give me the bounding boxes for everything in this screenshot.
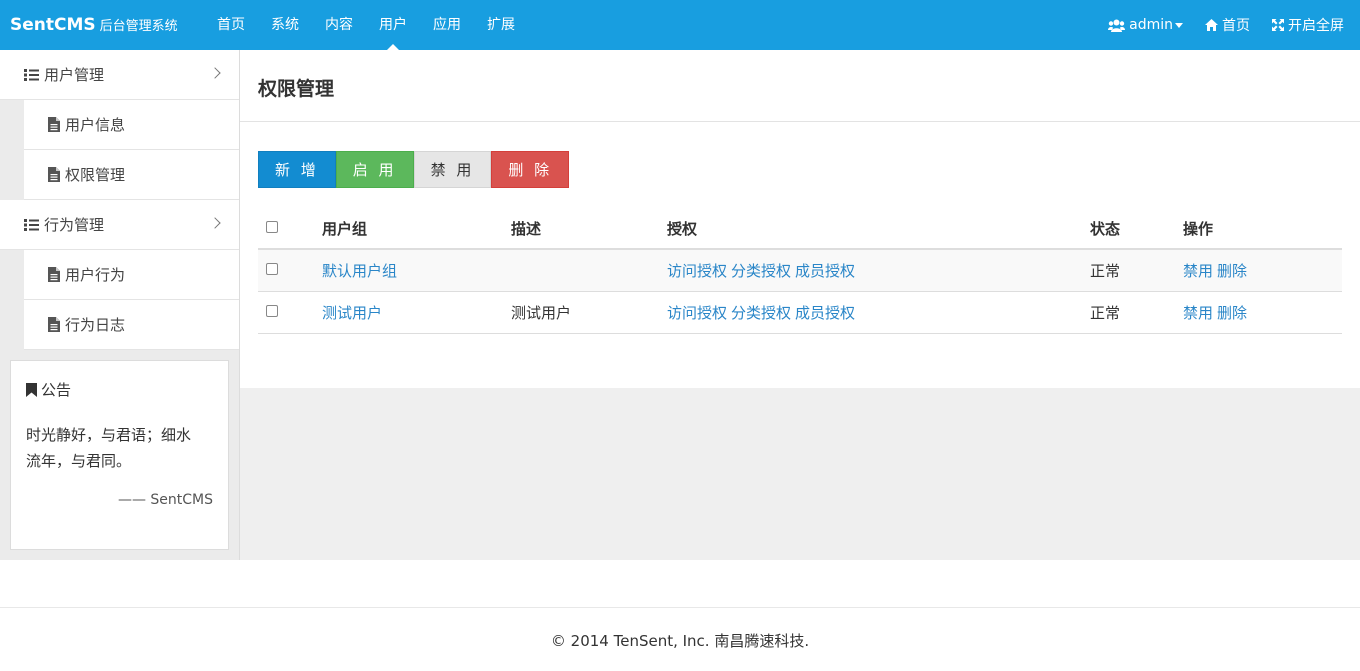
- disable-link[interactable]: 禁用: [1183, 304, 1213, 322]
- footer-divider: [0, 607, 1360, 608]
- user-group-table: 用户组 描述 授权 状态 操作 默认用户组 访问授权 分类授权 成员授权 正常 禁用…: [258, 208, 1342, 334]
- enable-button[interactable]: 启 用: [335, 151, 414, 188]
- column-header-group: 用户组: [322, 208, 511, 250]
- desc-cell: [511, 249, 667, 292]
- action-toolbar: 新 增 启 用 禁 用 删 除: [258, 151, 570, 188]
- sidebar-item-label: 行为日志: [65, 316, 126, 334]
- nav-content[interactable]: 内容: [312, 0, 366, 50]
- delete-link[interactable]: 删除: [1217, 304, 1247, 322]
- status-cell: 正常: [1090, 249, 1183, 292]
- disable-button[interactable]: 禁 用: [413, 151, 492, 188]
- user-name: admin: [1129, 17, 1173, 33]
- home-link-label: 首页: [1222, 18, 1250, 34]
- column-header-auth: 授权: [667, 208, 1090, 250]
- notice-title: 公告: [26, 379, 213, 400]
- desc-cell: 测试用户: [511, 291, 667, 334]
- nav-home[interactable]: 首页: [204, 0, 258, 50]
- auth-cell: 访问授权 分类授权 成员授权: [667, 291, 1090, 334]
- auth-cell: 访问授权 分类授权 成员授权: [667, 249, 1090, 292]
- sidebar: 用户管理 用户信息 权限管理 行为管理 用户行为 行为日志 公告 时光静好，与君…: [0, 50, 240, 560]
- list-icon: [24, 68, 39, 81]
- notice-signature: —— SentCMS: [117, 492, 213, 508]
- top-right-links: admin 首页 开启全屏: [1086, 0, 1344, 50]
- group-name-link[interactable]: 测试用户: [322, 304, 382, 322]
- category-auth-link[interactable]: 分类授权: [731, 262, 791, 280]
- access-auth-link[interactable]: 访问授权: [667, 262, 727, 280]
- disable-link[interactable]: 禁用: [1183, 262, 1213, 280]
- content-background: [240, 388, 1360, 560]
- sidebar-group-user-management[interactable]: 用户管理: [0, 50, 239, 100]
- sidebar-item-label: 权限管理: [65, 166, 126, 184]
- member-auth-link[interactable]: 成员授权: [795, 262, 855, 280]
- access-auth-link[interactable]: 访问授权: [667, 304, 727, 322]
- sidebar-item-behavior-log[interactable]: 行为日志: [24, 300, 239, 350]
- divider: [240, 121, 1360, 122]
- sidebar-group-behavior-management[interactable]: 行为管理: [0, 200, 239, 250]
- sidebar-item-label: 用户信息: [65, 116, 126, 134]
- top-navbar: SentCMS 后台管理系统 首页 系统 内容 用户 应用 扩展 admin 首页…: [0, 0, 1360, 50]
- caret-down-icon: [1175, 22, 1183, 28]
- sidebar-item-user-behavior[interactable]: 用户行为: [24, 250, 239, 300]
- group-cell: 默认用户组: [322, 249, 511, 292]
- row-checkbox[interactable]: [266, 263, 278, 276]
- sidebar-item-label: 用户行为: [65, 266, 126, 284]
- main-nav: 首页 系统 内容 用户 应用 扩展: [204, 0, 528, 50]
- fullscreen-link[interactable]: 开启全屏: [1272, 15, 1344, 35]
- notice-title-text: 公告: [41, 381, 72, 399]
- bookmark-icon: [26, 382, 37, 397]
- table-row: 测试用户 测试用户 访问授权 分类授权 成员授权 正常 禁用 删除: [258, 291, 1342, 334]
- table-header-row: 用户组 描述 授权 状态 操作: [258, 208, 1342, 250]
- page-title: 权限管理: [258, 78, 335, 100]
- sidebar-item-user-info[interactable]: 用户信息: [24, 100, 239, 150]
- row-select-cell: [258, 291, 322, 334]
- file-icon: [48, 267, 60, 282]
- notice-body-line: 流年，与君同。: [26, 452, 132, 470]
- fullscreen-icon: [1272, 19, 1284, 31]
- brand-subtitle[interactable]: 后台管理系统: [100, 19, 178, 34]
- nav-user[interactable]: 用户: [366, 0, 420, 50]
- nav-extend[interactable]: 扩展: [474, 0, 528, 50]
- row-checkbox[interactable]: [266, 305, 278, 317]
- nav-system[interactable]: 系统: [258, 0, 312, 50]
- users-icon: [1108, 19, 1126, 32]
- sidebar-group-label: 行为管理: [44, 216, 105, 234]
- group-name-link[interactable]: 默认用户组: [322, 262, 397, 280]
- footer-copyright: © 2014 TenSent, Inc. 南昌腾速科技.: [550, 632, 810, 650]
- chevron-right-icon: [209, 217, 221, 229]
- list-icon: [24, 218, 39, 231]
- delete-button[interactable]: 删 除: [491, 151, 570, 188]
- home-link[interactable]: 首页: [1205, 15, 1250, 35]
- brand-name[interactable]: SentCMS: [10, 15, 96, 35]
- file-icon: [48, 117, 60, 132]
- column-header-ops: 操作: [1183, 208, 1342, 250]
- user-menu[interactable]: admin: [1108, 17, 1183, 33]
- nav-apps[interactable]: 应用: [420, 0, 474, 50]
- home-icon: [1205, 19, 1218, 31]
- notice-body-line: 时光静好，与君语；细水: [26, 426, 192, 444]
- fullscreen-label: 开启全屏: [1288, 18, 1344, 34]
- file-icon: [48, 317, 60, 332]
- add-button[interactable]: 新 增: [258, 151, 336, 188]
- column-header-desc: 描述: [511, 208, 667, 250]
- row-select-cell: [258, 249, 322, 292]
- delete-link[interactable]: 删除: [1217, 262, 1247, 280]
- column-header-status: 状态: [1090, 208, 1183, 250]
- sidebar-item-permissions[interactable]: 权限管理: [24, 150, 239, 200]
- ops-cell: 禁用 删除: [1183, 291, 1342, 334]
- ops-cell: 禁用 删除: [1183, 249, 1342, 292]
- chevron-right-icon: [209, 67, 221, 79]
- notice-body: 时光静好，与君语；细水 流年，与君同。: [26, 422, 213, 474]
- table-row: 默认用户组 访问授权 分类授权 成员授权 正常 禁用 删除: [258, 249, 1342, 292]
- sidebar-group-label: 用户管理: [44, 66, 105, 84]
- group-cell: 测试用户: [322, 291, 511, 334]
- category-auth-link[interactable]: 分类授权: [731, 304, 791, 322]
- status-cell: 正常: [1090, 291, 1183, 334]
- brand[interactable]: SentCMS 后台管理系统: [10, 0, 178, 50]
- file-icon: [48, 167, 60, 182]
- select-all-cell: [258, 208, 322, 250]
- notice-panel: 公告 时光静好，与君语；细水 流年，与君同。 —— SentCMS: [10, 360, 229, 550]
- member-auth-link[interactable]: 成员授权: [795, 304, 855, 322]
- select-all-checkbox[interactable]: [266, 221, 278, 233]
